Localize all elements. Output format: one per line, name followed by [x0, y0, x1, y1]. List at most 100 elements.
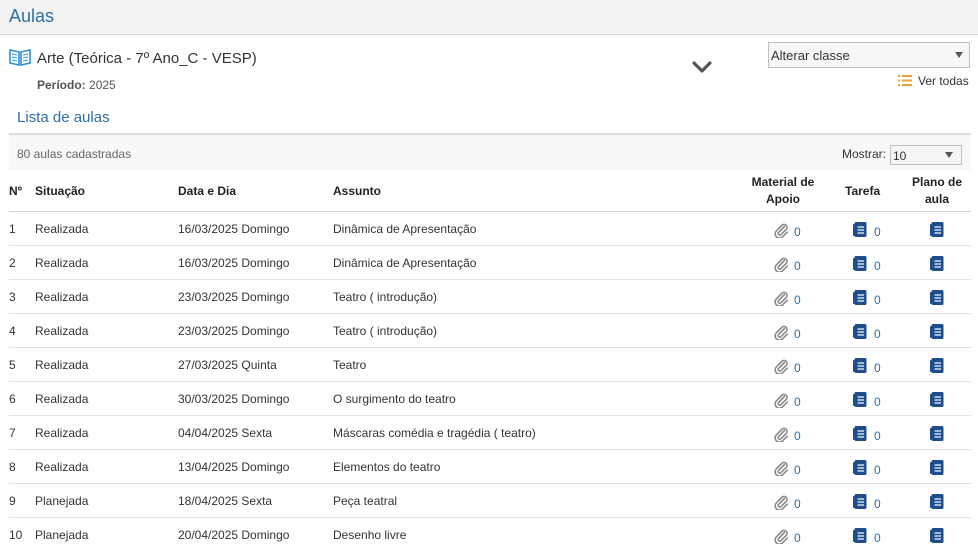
tarefa-count[interactable]: 0	[874, 463, 881, 477]
header-plano-line1: Plano de	[911, 175, 962, 189]
tarefa-count[interactable]: 0	[874, 497, 881, 511]
table-row: 10 Planejada 20/04/2025 Domingo Desenho …	[9, 518, 971, 551]
page-title: Aulas	[9, 6, 55, 26]
cell-situacao: Realizada	[35, 290, 89, 304]
material-count[interactable]: 0	[794, 429, 801, 443]
cell-num: 1	[9, 222, 16, 236]
document-icon[interactable]	[853, 493, 868, 510]
cell-data: 18/04/2025 Sexta	[178, 494, 273, 508]
table-row: 6 Realizada 30/03/2025 Domingo O surgime…	[9, 382, 971, 416]
cell-num: 2	[9, 256, 16, 270]
material-count[interactable]: 0	[794, 361, 801, 375]
tarefa-count[interactable]: 0	[874, 531, 881, 545]
paperclip-icon[interactable]	[773, 494, 789, 510]
table-row: 3 Realizada 23/03/2025 Domingo Teatro ( …	[9, 280, 971, 314]
cell-data: 30/03/2025 Domingo	[178, 392, 290, 406]
table-row: 4 Realizada 23/03/2025 Domingo Teatro ( …	[9, 314, 971, 348]
cell-assunto: Dinâmica de Apresentação	[333, 256, 477, 270]
document-icon[interactable]	[930, 221, 945, 238]
tarefa-count[interactable]: 0	[874, 361, 881, 375]
tarefa-count[interactable]: 0	[874, 293, 881, 307]
cell-data: 13/04/2025 Domingo	[178, 460, 290, 474]
cell-num: 3	[9, 290, 16, 304]
document-icon[interactable]	[930, 459, 945, 476]
document-icon[interactable]	[930, 255, 945, 272]
header-tarefa: Tarefa	[845, 184, 881, 198]
mostrar-select[interactable]: 10	[890, 145, 962, 165]
header-plano-line2: aula	[924, 192, 949, 206]
table-row: 1 Realizada 16/03/2025 Domingo Dinâmica …	[9, 212, 971, 246]
material-count[interactable]: 0	[794, 395, 801, 409]
document-icon[interactable]	[853, 289, 868, 306]
cell-num: 7	[9, 426, 16, 440]
cell-data: 23/03/2025 Domingo	[178, 290, 290, 304]
tarefa-count[interactable]: 0	[874, 225, 881, 239]
header-plano: Plano de aula	[902, 174, 972, 208]
lista-title: Lista de aulas	[17, 109, 110, 126]
table-row: 5 Realizada 27/03/2025 Quinta Teatro 0 0	[9, 348, 971, 382]
caret-down-icon	[945, 152, 953, 158]
document-icon[interactable]	[853, 527, 868, 544]
periodo-label: Período:	[37, 78, 86, 92]
document-icon[interactable]	[853, 221, 868, 238]
cell-data: 27/03/2025 Quinta	[178, 358, 277, 372]
document-icon[interactable]	[930, 323, 945, 340]
paperclip-icon[interactable]	[773, 426, 789, 442]
material-count[interactable]: 0	[794, 225, 801, 239]
paperclip-icon[interactable]	[773, 290, 789, 306]
tarefa-count[interactable]: 0	[874, 395, 881, 409]
cell-data: 16/03/2025 Domingo	[178, 256, 290, 270]
cell-assunto: Elementos do teatro	[333, 460, 441, 474]
cell-assunto: Teatro ( introdução)	[333, 324, 438, 338]
document-icon[interactable]	[930, 527, 945, 544]
cell-data: 04/04/2025 Sexta	[178, 426, 273, 440]
mostrar-value: 10	[893, 149, 907, 163]
paperclip-icon[interactable]	[773, 392, 789, 408]
cell-situacao: Realizada	[35, 222, 89, 236]
document-icon[interactable]	[853, 425, 868, 442]
document-icon[interactable]	[930, 493, 945, 510]
document-icon[interactable]	[930, 425, 945, 442]
material-count[interactable]: 0	[794, 293, 801, 307]
paperclip-icon[interactable]	[773, 324, 789, 340]
paperclip-icon[interactable]	[773, 256, 789, 272]
material-count[interactable]: 0	[794, 497, 801, 511]
document-icon[interactable]	[853, 323, 868, 340]
document-icon[interactable]	[930, 391, 945, 408]
periodo: Período: 2025	[37, 78, 116, 92]
ver-todas-label: Ver todas	[918, 74, 969, 88]
material-count[interactable]: 0	[794, 327, 801, 341]
material-count[interactable]: 0	[794, 463, 801, 477]
material-count[interactable]: 0	[794, 259, 801, 273]
paperclip-icon[interactable]	[773, 460, 789, 476]
tarefa-count[interactable]: 0	[874, 429, 881, 443]
alterar-classe-value: Alterar classe	[771, 48, 850, 63]
header-situacao: Situação	[35, 184, 86, 198]
tarefa-count[interactable]: 0	[874, 259, 881, 273]
chevron-down-icon[interactable]	[690, 58, 714, 76]
cell-num: 4	[9, 324, 16, 338]
document-icon[interactable]	[853, 357, 868, 374]
document-icon[interactable]	[853, 255, 868, 272]
paperclip-icon[interactable]	[773, 528, 789, 544]
cell-assunto: Dinâmica de Apresentação	[333, 222, 477, 236]
paperclip-icon[interactable]	[773, 358, 789, 374]
paperclip-icon[interactable]	[773, 222, 789, 238]
cell-num: 10	[9, 528, 23, 542]
ver-todas-link[interactable]: Ver todas	[898, 74, 969, 88]
cell-num: 8	[9, 460, 16, 474]
document-icon[interactable]	[930, 289, 945, 306]
header-assunto: Assunto	[333, 184, 381, 198]
tarefa-count[interactable]: 0	[874, 327, 881, 341]
aulas-count: 80 aulas cadastradas	[17, 147, 132, 161]
open-book-icon	[9, 49, 31, 66]
document-icon[interactable]	[853, 391, 868, 408]
document-icon[interactable]	[930, 357, 945, 374]
cell-assunto: O surgimento do teatro	[333, 392, 456, 406]
material-count[interactable]: 0	[794, 531, 801, 545]
document-icon[interactable]	[853, 459, 868, 476]
table-row: 7 Realizada 04/04/2025 Sexta Máscaras co…	[9, 416, 971, 450]
alterar-classe-select[interactable]: Alterar classe	[768, 42, 970, 68]
page-header: Aulas	[0, 0, 978, 35]
cell-situacao: Realizada	[35, 324, 89, 338]
